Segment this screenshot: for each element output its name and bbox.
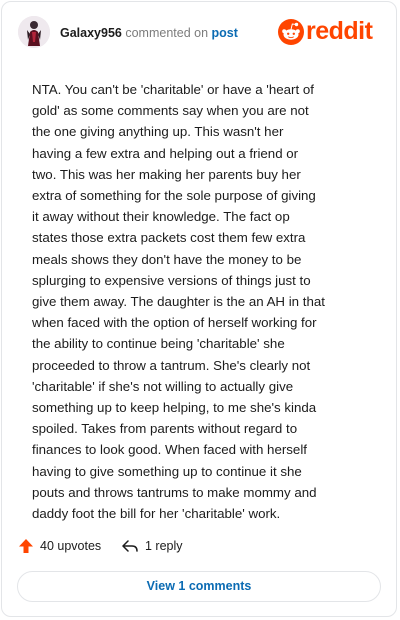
reddit-logo[interactable]: reddit: [278, 17, 386, 48]
username[interactable]: Galaxy956: [60, 26, 122, 40]
comment-body: NTA. You can't be 'charitable' or have a…: [32, 82, 325, 522]
upvote-arrow-icon: [19, 539, 33, 553]
comment-header: Galaxy956 commented on post reddit: [18, 16, 386, 50]
reply-button[interactable]: 1 reply: [121, 538, 183, 554]
post-link[interactable]: post: [212, 26, 238, 40]
reply-arrow-icon: [122, 540, 138, 552]
avatar-image: [18, 16, 50, 48]
reply-count: 1 reply: [145, 539, 183, 553]
comment-byline: Galaxy956 commented on post: [60, 26, 238, 40]
comment-actions: 40 upvotes 1 reply: [18, 538, 378, 558]
upvote-count: 40 upvotes: [40, 539, 102, 553]
reddit-wordmark: reddit: [306, 17, 373, 45]
avatar[interactable]: [18, 16, 50, 48]
commented-on-label: commented on: [125, 26, 209, 40]
upvote-button[interactable]: 40 upvotes: [18, 538, 101, 554]
view-comments-button[interactable]: View 1 comments: [17, 571, 381, 602]
reddit-alien-icon: [278, 19, 304, 45]
